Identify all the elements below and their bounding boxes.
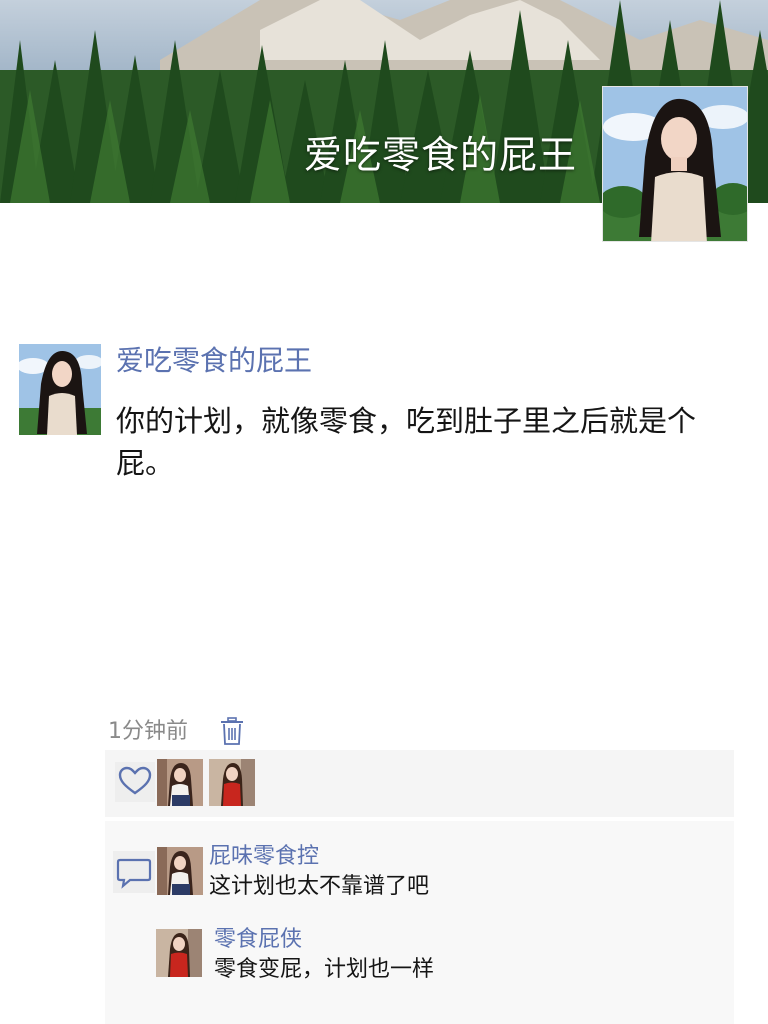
profile-avatar[interactable]: [602, 86, 748, 242]
like-avatar[interactable]: [209, 759, 255, 806]
post-author-avatar[interactable]: [19, 344, 101, 435]
post-author-avatar-image: [19, 344, 101, 435]
post-author-name[interactable]: 爱吃零食的屁王: [116, 341, 312, 381]
comment-author[interactable]: 屁味零食控: [209, 842, 319, 872]
comment-author[interactable]: 零食屁侠: [214, 925, 302, 955]
profile-avatar-image: [603, 87, 747, 241]
trash-icon[interactable]: [220, 717, 244, 746]
post-content: 你的计划，就像零食，吃到肚子里之后就是个屁。: [116, 404, 697, 480]
comments-panel: 屁味零食控 这计划也太不靠谱了吧 零食屁侠 零食变屁，计划也一样: [105, 821, 734, 1024]
comment-avatar[interactable]: [157, 847, 203, 895]
comment-text: 这计划也太不靠谱了吧: [209, 874, 430, 899]
comment-text: 零食变屁，计划也一样: [214, 957, 435, 982]
likes-panel: [105, 750, 734, 817]
heart-icon[interactable]: [115, 762, 155, 802]
comment-avatar[interactable]: [156, 929, 202, 977]
like-avatar[interactable]: [157, 759, 203, 806]
cover-title: 爱吃零食的屁王: [304, 133, 578, 177]
post-timestamp: 1分钟前: [108, 719, 188, 744]
comment-bubble-icon[interactable]: [113, 851, 155, 893]
